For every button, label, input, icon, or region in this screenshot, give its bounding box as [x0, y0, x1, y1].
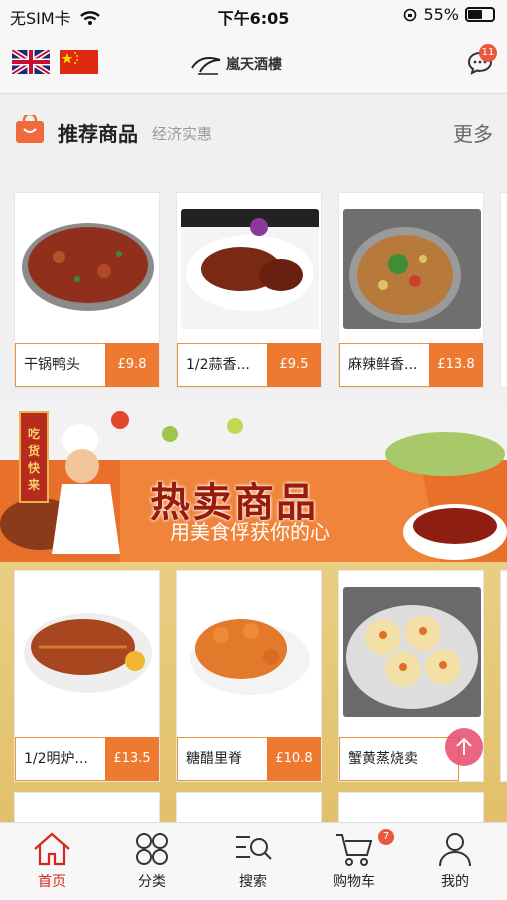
product-price: £10.8: [267, 737, 321, 781]
section-subtitle: 经济实惠: [152, 125, 213, 143]
shopping-bag-icon: [16, 115, 44, 143]
hot-sale-section: 1/2明炉... £13.5 糖醋里脊 £10.8 蟹黄蒸烧卖: [0, 562, 507, 832]
product-name: 1/2明炉...: [15, 737, 107, 781]
nav-label: 我的: [441, 874, 469, 890]
nav-label: 购物车: [333, 874, 375, 890]
bird-logo-icon: [191, 57, 221, 75]
battery-icon: [465, 7, 495, 22]
product-name: 1/2蒜香...: [177, 343, 269, 387]
product-card-partial[interactable]: [500, 570, 507, 782]
china-flag-icon[interactable]: [60, 50, 98, 74]
section-title: 推荐商品: [58, 122, 138, 146]
battery-percent: 55%: [423, 5, 459, 24]
home-icon: [34, 832, 70, 866]
scroll-top-button[interactable]: [445, 728, 483, 766]
hot-sale-banner[interactable]: 吃货快来 热卖商品 用美食俘获你的心: [0, 404, 507, 562]
product-card[interactable]: 麻辣鲜香... £13.8: [338, 192, 484, 388]
product-name: 麻辣鲜香...: [339, 343, 431, 387]
product-image: [19, 209, 157, 329]
product-name: 糖醋里脊: [177, 737, 269, 781]
message-badge: 11: [479, 44, 497, 62]
product-card[interactable]: 1/2蒜香... £9.5: [176, 192, 322, 388]
product-card-partial[interactable]: [500, 192, 507, 388]
nav-label: 首页: [38, 874, 66, 890]
search-icon: [236, 836, 272, 860]
nav-home[interactable]: 首页: [12, 831, 92, 891]
cart-badge: 7: [378, 829, 394, 845]
product-name: 蟹黄蒸烧卖: [339, 737, 459, 781]
nav-search[interactable]: 搜索: [213, 831, 293, 891]
product-price: £13.5: [105, 737, 159, 781]
status-bar: 无SIM卡 下午6:05 55%: [0, 0, 507, 30]
app-header: 嵐天酒樓 11: [0, 30, 507, 94]
product-image: [19, 587, 157, 717]
restaurant-logo: 嵐天酒樓: [190, 48, 300, 80]
nav-label: 搜索: [239, 874, 267, 890]
banner-sign: 吃货快来: [27, 427, 40, 492]
nav-label: 分类: [138, 874, 166, 890]
product-price: £9.8: [105, 343, 159, 387]
rotation-lock-icon: [404, 8, 417, 21]
logo-text: 嵐天酒樓: [226, 57, 282, 73]
nav-category[interactable]: 分类: [112, 831, 192, 891]
bottom-nav: 首页 分类 搜索 购物车 7 我的: [0, 822, 507, 900]
product-image: [343, 587, 481, 717]
more-link[interactable]: 更多: [453, 118, 493, 147]
nav-mine[interactable]: 我的: [415, 831, 495, 891]
arrow-up-icon: [456, 737, 472, 755]
product-price: £13.8: [429, 343, 483, 387]
product-price: £9.5: [267, 343, 321, 387]
product-name: 干锅鸭头: [15, 343, 107, 387]
banner-subtitle: 用美食俘获你的心: [170, 520, 330, 544]
product-image: [343, 209, 481, 329]
product-card[interactable]: 糖醋里脊 £10.8: [176, 570, 322, 782]
grid-icon: [136, 833, 168, 865]
recommended-header: 推荐商品 经济实惠 更多: [0, 98, 507, 160]
product-card[interactable]: 干锅鸭头 £9.8: [14, 192, 160, 388]
product-image: [181, 587, 319, 717]
uk-flag-icon[interactable]: [12, 50, 50, 74]
product-image: [181, 209, 319, 329]
product-card[interactable]: 1/2明炉... £13.5: [14, 570, 160, 782]
cart-icon: [336, 834, 373, 866]
user-icon: [439, 833, 471, 867]
